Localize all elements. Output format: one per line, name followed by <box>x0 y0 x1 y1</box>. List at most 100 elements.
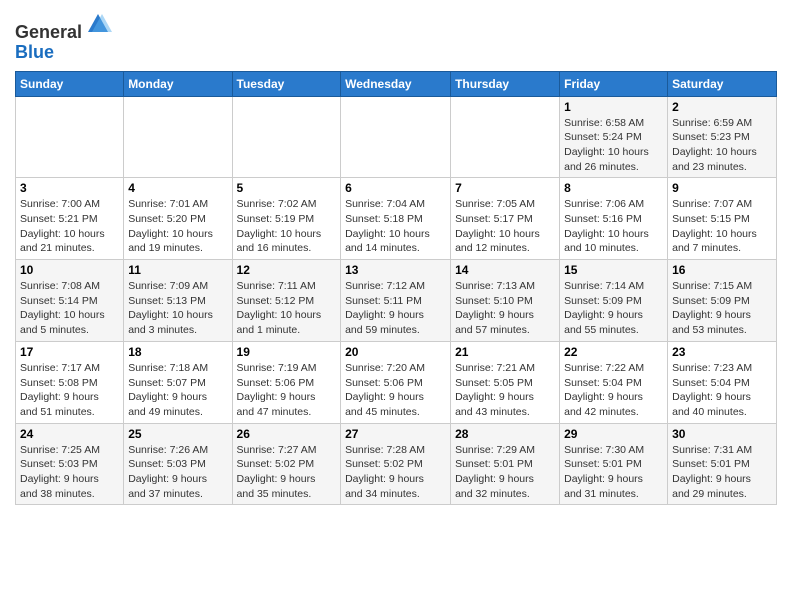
day-number: 9 <box>672 181 772 195</box>
calendar-cell: 7 Sunrise: 7:05 AM Sunset: 5:17 PM Daylig… <box>451 178 560 260</box>
calendar-cell: 1Sunrise: 6:58 AM Sunset: 5:24 PM Daylig… <box>560 96 668 178</box>
calendar-cell: 5 Sunrise: 7:02 AM Sunset: 5:19 PM Daylig… <box>232 178 341 260</box>
day-info: Sunrise: 7:04 AM Sunset: 5:18 PM Dayligh… <box>345 197 446 256</box>
calendar-cell: 15 Sunrise: 7:14 AM Sunset: 5:09 PM Dayli… <box>560 260 668 342</box>
day-number: 10 <box>20 263 119 277</box>
day-number: 13 <box>345 263 446 277</box>
day-info: Sunrise: 7:15 AM Sunset: 5:09 PM Dayligh… <box>672 279 772 338</box>
day-number: 27 <box>345 427 446 441</box>
logo-general: General <box>15 22 82 42</box>
calendar-cell: 23 Sunrise: 7:23 AM Sunset: 5:04 PM Dayli… <box>668 341 777 423</box>
day-info: Sunrise: 6:59 AM Sunset: 5:23 PM Dayligh… <box>672 116 772 175</box>
weekday-row: SundayMondayTuesdayWednesdayThursdayFrid… <box>16 71 777 96</box>
day-info: Sunrise: 7:31 AM Sunset: 5:01 PM Dayligh… <box>672 443 772 502</box>
calendar-cell <box>341 96 451 178</box>
day-number: 17 <box>20 345 119 359</box>
day-number: 21 <box>455 345 555 359</box>
day-info: Sunrise: 7:13 AM Sunset: 5:10 PM Dayligh… <box>455 279 555 338</box>
calendar-cell: 10 Sunrise: 7:08 AM Sunset: 5:14 PM Dayli… <box>16 260 124 342</box>
day-info: Sunrise: 7:27 AM Sunset: 5:02 PM Dayligh… <box>237 443 337 502</box>
day-number: 23 <box>672 345 772 359</box>
calendar-cell: 21 Sunrise: 7:21 AM Sunset: 5:05 PM Dayli… <box>451 341 560 423</box>
day-number: 5 <box>237 181 337 195</box>
day-number: 6 <box>345 181 446 195</box>
calendar-cell: 19 Sunrise: 7:19 AM Sunset: 5:06 PM Dayli… <box>232 341 341 423</box>
day-number: 3 <box>20 181 119 195</box>
calendar-week-1: 1Sunrise: 6:58 AM Sunset: 5:24 PM Daylig… <box>16 96 777 178</box>
calendar-cell: 2 Sunrise: 6:59 AM Sunset: 5:23 PM Daylig… <box>668 96 777 178</box>
logo-text: General Blue <box>15 10 112 63</box>
weekday-header-tuesday: Tuesday <box>232 71 341 96</box>
day-number: 25 <box>128 427 227 441</box>
day-number: 29 <box>564 427 663 441</box>
day-info: Sunrise: 7:12 AM Sunset: 5:11 PM Dayligh… <box>345 279 446 338</box>
day-info: Sunrise: 7:17 AM Sunset: 5:08 PM Dayligh… <box>20 361 119 420</box>
calendar-week-4: 17 Sunrise: 7:17 AM Sunset: 5:08 PM Dayli… <box>16 341 777 423</box>
calendar-cell: 20 Sunrise: 7:20 AM Sunset: 5:06 PM Dayli… <box>341 341 451 423</box>
day-number: 18 <box>128 345 227 359</box>
calendar-cell: 3Sunrise: 7:00 AM Sunset: 5:21 PM Daylig… <box>16 178 124 260</box>
calendar-cell: 24 Sunrise: 7:25 AM Sunset: 5:03 PM Dayli… <box>16 423 124 505</box>
weekday-header-monday: Monday <box>124 71 232 96</box>
day-number: 24 <box>20 427 119 441</box>
day-number: 2 <box>672 100 772 114</box>
calendar-cell: 18 Sunrise: 7:18 AM Sunset: 5:07 PM Dayli… <box>124 341 232 423</box>
day-info: Sunrise: 7:06 AM Sunset: 5:16 PM Dayligh… <box>564 197 663 256</box>
weekday-header-thursday: Thursday <box>451 71 560 96</box>
calendar-cell: 22 Sunrise: 7:22 AM Sunset: 5:04 PM Dayli… <box>560 341 668 423</box>
day-info: Sunrise: 7:29 AM Sunset: 5:01 PM Dayligh… <box>455 443 555 502</box>
day-number: 4 <box>128 181 227 195</box>
logo-blue: Blue <box>15 42 54 62</box>
day-info: Sunrise: 7:30 AM Sunset: 5:01 PM Dayligh… <box>564 443 663 502</box>
day-info: Sunrise: 7:09 AM Sunset: 5:13 PM Dayligh… <box>128 279 227 338</box>
calendar-week-3: 10 Sunrise: 7:08 AM Sunset: 5:14 PM Dayli… <box>16 260 777 342</box>
calendar-cell: 14 Sunrise: 7:13 AM Sunset: 5:10 PM Dayli… <box>451 260 560 342</box>
weekday-header-saturday: Saturday <box>668 71 777 96</box>
day-info: Sunrise: 7:19 AM Sunset: 5:06 PM Dayligh… <box>237 361 337 420</box>
day-number: 30 <box>672 427 772 441</box>
day-info: Sunrise: 7:07 AM Sunset: 5:15 PM Dayligh… <box>672 197 772 256</box>
calendar-cell: 29 Sunrise: 7:30 AM Sunset: 5:01 PM Dayli… <box>560 423 668 505</box>
day-number: 19 <box>237 345 337 359</box>
day-number: 7 <box>455 181 555 195</box>
calendar-cell <box>16 96 124 178</box>
day-number: 8 <box>564 181 663 195</box>
calendar-cell: 11 Sunrise: 7:09 AM Sunset: 5:13 PM Dayli… <box>124 260 232 342</box>
day-number: 14 <box>455 263 555 277</box>
day-info: Sunrise: 7:18 AM Sunset: 5:07 PM Dayligh… <box>128 361 227 420</box>
day-number: 1 <box>564 100 663 114</box>
page: General Blue SundayMondayTuesdayWednesda… <box>0 0 792 612</box>
calendar-header: SundayMondayTuesdayWednesdayThursdayFrid… <box>16 71 777 96</box>
day-info: Sunrise: 7:11 AM Sunset: 5:12 PM Dayligh… <box>237 279 337 338</box>
day-number: 28 <box>455 427 555 441</box>
day-info: Sunrise: 7:22 AM Sunset: 5:04 PM Dayligh… <box>564 361 663 420</box>
day-info: Sunrise: 7:14 AM Sunset: 5:09 PM Dayligh… <box>564 279 663 338</box>
logo: General Blue <box>15 10 112 63</box>
logo-icon <box>84 10 112 38</box>
calendar-cell: 6 Sunrise: 7:04 AM Sunset: 5:18 PM Daylig… <box>341 178 451 260</box>
day-number: 12 <box>237 263 337 277</box>
day-info: Sunrise: 7:28 AM Sunset: 5:02 PM Dayligh… <box>345 443 446 502</box>
day-info: Sunrise: 7:20 AM Sunset: 5:06 PM Dayligh… <box>345 361 446 420</box>
day-info: Sunrise: 7:02 AM Sunset: 5:19 PM Dayligh… <box>237 197 337 256</box>
calendar-cell: 28 Sunrise: 7:29 AM Sunset: 5:01 PM Dayli… <box>451 423 560 505</box>
calendar-cell: 26Sunrise: 7:27 AM Sunset: 5:02 PM Dayli… <box>232 423 341 505</box>
calendar-cell: 25Sunrise: 7:26 AM Sunset: 5:03 PM Dayli… <box>124 423 232 505</box>
weekday-header-friday: Friday <box>560 71 668 96</box>
day-number: 11 <box>128 263 227 277</box>
calendar-cell: 30 Sunrise: 7:31 AM Sunset: 5:01 PM Dayli… <box>668 423 777 505</box>
calendar-cell: 17 Sunrise: 7:17 AM Sunset: 5:08 PM Dayli… <box>16 341 124 423</box>
day-info: Sunrise: 7:25 AM Sunset: 5:03 PM Dayligh… <box>20 443 119 502</box>
day-number: 20 <box>345 345 446 359</box>
calendar-cell <box>451 96 560 178</box>
day-info: Sunrise: 7:23 AM Sunset: 5:04 PM Dayligh… <box>672 361 772 420</box>
day-number: 22 <box>564 345 663 359</box>
calendar-cell: 27 Sunrise: 7:28 AM Sunset: 5:02 PM Dayli… <box>341 423 451 505</box>
calendar-cell: 4Sunrise: 7:01 AM Sunset: 5:20 PM Daylig… <box>124 178 232 260</box>
calendar-body: 1Sunrise: 6:58 AM Sunset: 5:24 PM Daylig… <box>16 96 777 505</box>
calendar: SundayMondayTuesdayWednesdayThursdayFrid… <box>15 71 777 506</box>
day-number: 15 <box>564 263 663 277</box>
day-info: Sunrise: 7:05 AM Sunset: 5:17 PM Dayligh… <box>455 197 555 256</box>
day-info: Sunrise: 7:21 AM Sunset: 5:05 PM Dayligh… <box>455 361 555 420</box>
day-info: Sunrise: 7:08 AM Sunset: 5:14 PM Dayligh… <box>20 279 119 338</box>
